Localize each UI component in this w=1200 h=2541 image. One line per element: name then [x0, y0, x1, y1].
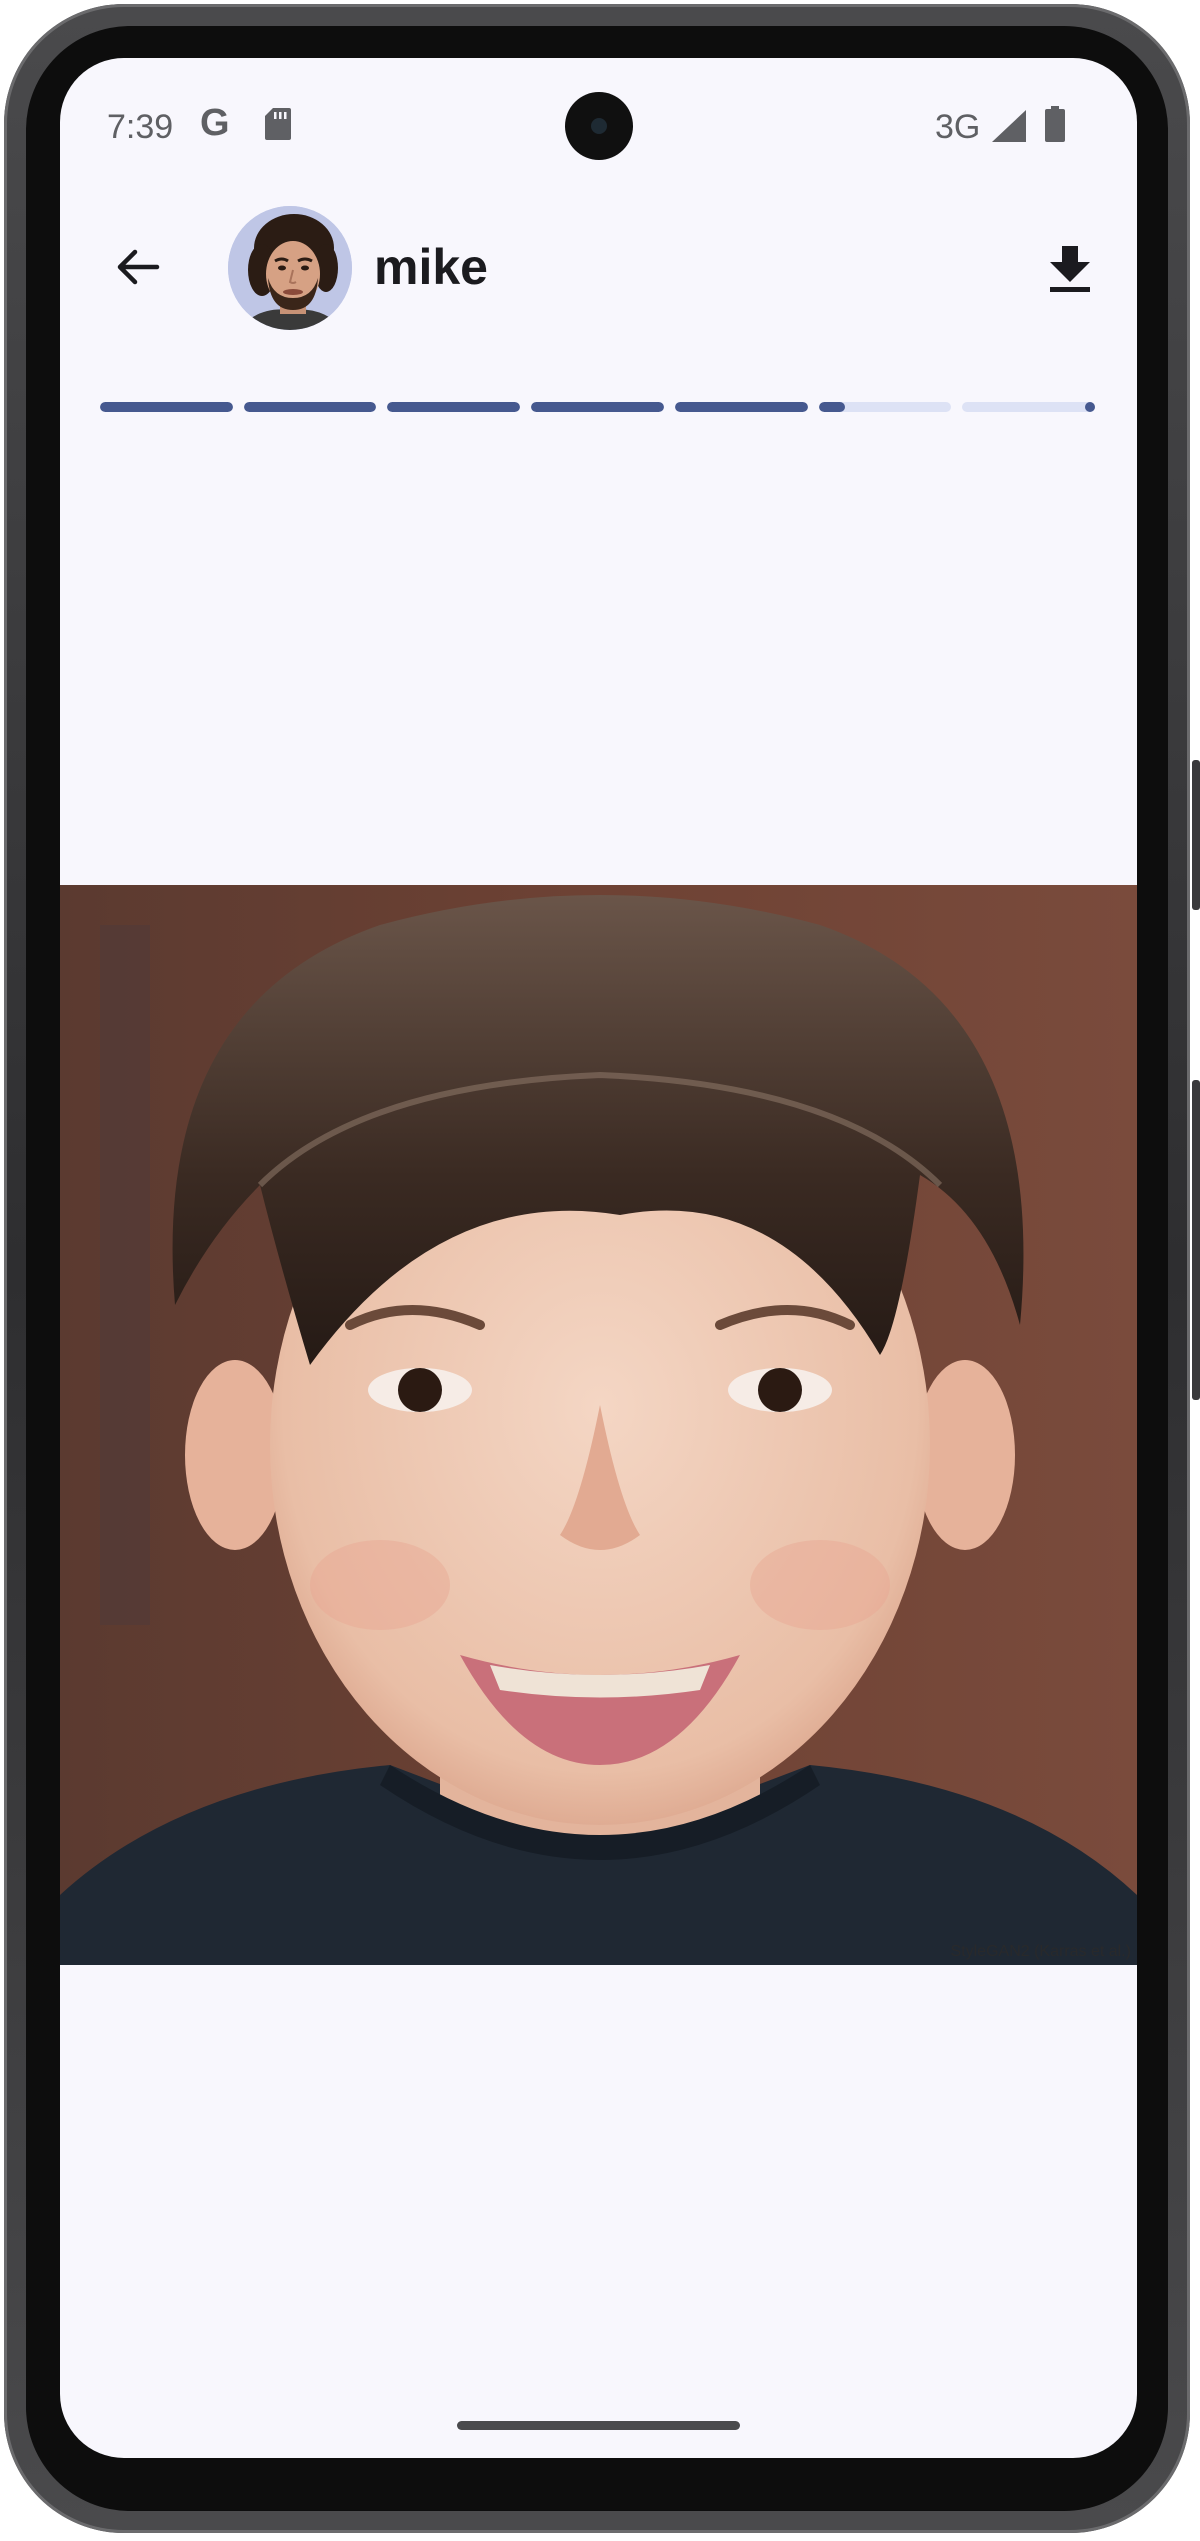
- arrow-back-icon: [117, 249, 160, 285]
- google-icon: G: [200, 102, 230, 144]
- status-time: 7:39: [107, 108, 174, 146]
- status-bar: 7:39 G 3G: [60, 58, 1137, 198]
- download-button[interactable]: [1034, 232, 1106, 304]
- story-progress-segment: [387, 402, 521, 412]
- signal-icon: [992, 110, 1026, 142]
- story-progress-fill: [674, 402, 808, 412]
- story-progress-fill: [387, 402, 521, 412]
- story-progress-bar: [100, 402, 1095, 412]
- screen: 7:39 G 3G mike StyleGAN2 (Karras et al.): [60, 58, 1137, 2458]
- story-progress-fill: [818, 402, 846, 412]
- story-progress-segment: [100, 402, 233, 412]
- story-progress-segment: [531, 402, 664, 412]
- story-progress-fill: [243, 402, 377, 412]
- sd-card-icon: [265, 108, 291, 140]
- story-progress-fill: [531, 402, 664, 412]
- story-progress-segment: [674, 402, 808, 412]
- battery-icon: [1045, 106, 1065, 142]
- volume-button: [1192, 760, 1200, 910]
- avatar[interactable]: [228, 206, 352, 330]
- story-progress-fill: [100, 402, 233, 412]
- story-image[interactable]: StyleGAN2 (Karras et al.): [60, 885, 1137, 1965]
- phone-device: 7:39 G 3G mike StyleGAN2 (Karras et al.): [0, 0, 1200, 2541]
- front-camera: [565, 92, 633, 160]
- back-button[interactable]: [100, 230, 174, 304]
- story-progress-segment: [962, 402, 1095, 412]
- power-button: [1192, 1080, 1200, 1400]
- home-indicator[interactable]: [457, 2421, 740, 2430]
- user-avatar-image: [228, 206, 352, 330]
- network-type: 3G: [935, 108, 981, 146]
- story-username[interactable]: mike: [374, 238, 488, 296]
- story-header: mike: [60, 198, 1137, 338]
- story-progress-end-dot: [1085, 402, 1095, 412]
- story-progress-segment: [818, 402, 952, 412]
- story-progress-segment: [243, 402, 377, 412]
- image-watermark: StyleGAN2 (Karras et al.): [950, 1943, 1132, 1960]
- download-icon: [1050, 246, 1090, 292]
- story-photo: [60, 885, 1137, 1965]
